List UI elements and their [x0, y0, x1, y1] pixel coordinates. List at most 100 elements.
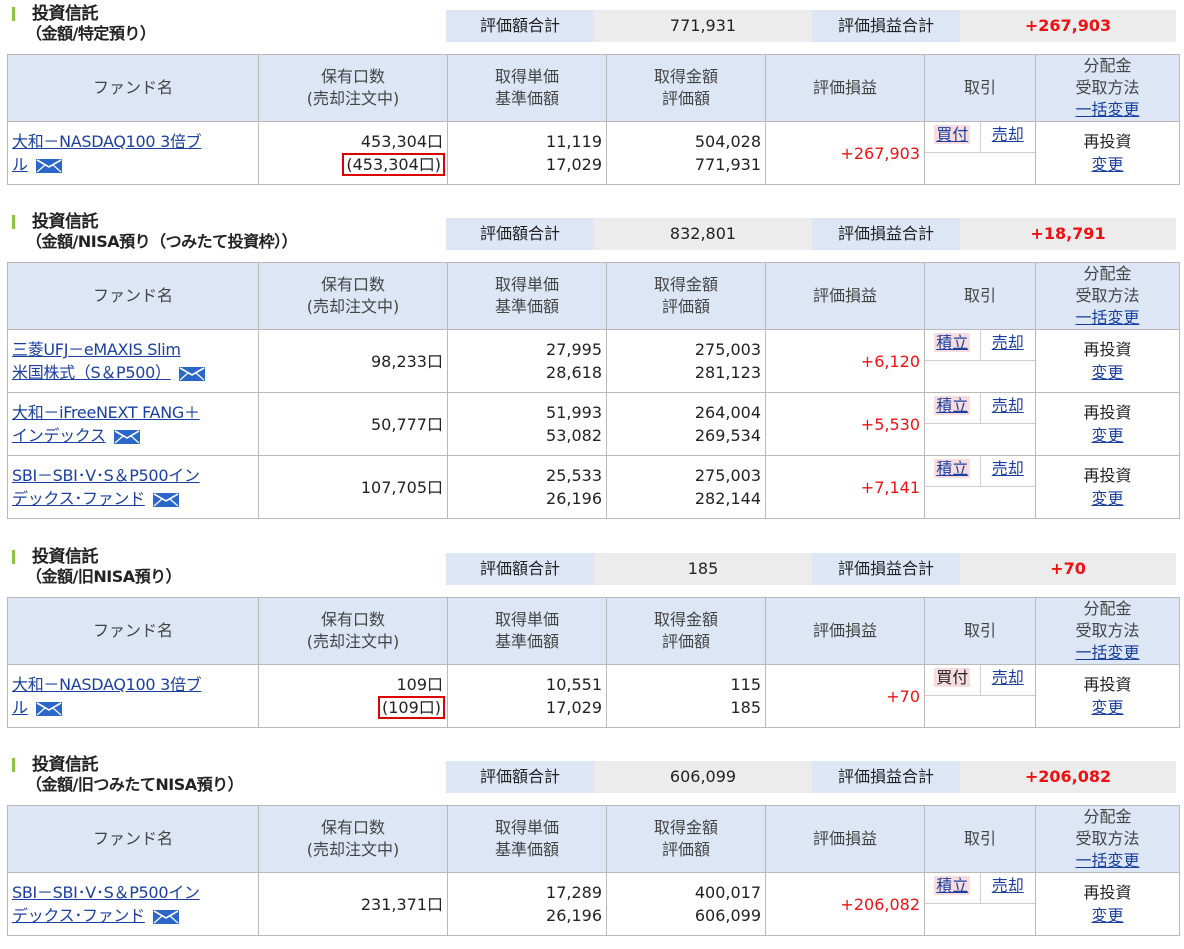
bulk-change-link[interactable]: 一括変更: [1075, 308, 1139, 327]
pl-cell: +7,141: [765, 455, 925, 519]
holding-section: 投資信託 （金額/旧つみたてNISA預り） 評価額合計 606,099 評価損益…: [0, 751, 1184, 936]
sell-button[interactable]: 売却: [992, 396, 1024, 415]
nav-price: 17,029: [546, 155, 602, 174]
sell-button[interactable]: 売却: [992, 333, 1024, 352]
total-pl-label: 評価損益合計: [812, 218, 960, 250]
section-summary: 評価額合計 185 評価損益合計 +70: [446, 553, 1176, 585]
pending-sell-units: (453,304口): [342, 153, 445, 176]
table-row: 大和－iFreeNEXT FANG＋ インデックス 50,777口 51,993 5…: [7, 392, 1180, 456]
mail-icon[interactable]: [152, 909, 179, 924]
total-value-label: 評価額合計: [446, 10, 594, 42]
buy-button[interactable]: 積立: [934, 876, 971, 895]
sell-button[interactable]: 売却: [992, 668, 1024, 687]
table-header-row: ファンド名 保有口数 (売却注文中) 取得単価 基準価額 取得金額 評価額 評価損益 …: [7, 54, 1180, 122]
col-dist-header: 分配金 受取方法 一括変更: [1035, 597, 1180, 665]
pl-cell: +267,903: [765, 121, 925, 185]
nav-price: 53,082: [546, 426, 602, 445]
section-title: 投資信託 （金額/旧NISA預り）: [12, 547, 182, 587]
nav-price: 17,029: [546, 698, 602, 717]
col-fund-header: ファンド名: [7, 597, 259, 665]
section-header: 投資信託 （金額/旧つみたてNISA預り） 評価額合計 606,099 評価損益…: [0, 751, 1184, 799]
section-title-main: 投資信託: [32, 212, 99, 232]
section-title-sub: （金額/旧つみたてNISA預り）: [26, 775, 244, 794]
trade-cell: 積立 売却: [924, 392, 1036, 456]
fund-name-cell: SBI－SBI･V･S＆P500イン デックス･ファンド: [7, 455, 259, 519]
section-title: 投資信託 （金額/NISA預り（つみたて投資枠））: [12, 212, 298, 252]
section-title-main: 投資信託: [32, 547, 99, 567]
col-dist-header: 分配金 受取方法 一括変更: [1035, 262, 1180, 330]
holdings-table: ファンド名 保有口数 (売却注文中) 取得単価 基準価額 取得金額 評価額 評価損益 …: [7, 54, 1180, 185]
section-title-sub: （金額/旧NISA預り）: [26, 567, 182, 586]
fund-name-cell: 三菱UFJ－eMAXIS Slim 米国株式（S＆P500）: [7, 329, 259, 393]
units-cell: 231,371口: [258, 872, 448, 936]
dist-change-link[interactable]: 変更: [1091, 489, 1123, 508]
bulk-change-link[interactable]: 一括変更: [1075, 100, 1139, 119]
nav-price: 28,618: [546, 363, 602, 382]
dist-method: 再投資: [1083, 340, 1132, 359]
section-summary: 評価額合計 832,801 評価損益合計 +18,791: [446, 218, 1176, 250]
pl-cell: +6,120: [765, 329, 925, 393]
section-title-sub: （金額/NISA預り（つみたて投資枠））: [26, 232, 298, 251]
col-fund-header: ファンド名: [7, 805, 259, 873]
total-value: 832,801: [594, 218, 812, 250]
bulk-change-link[interactable]: 一括変更: [1075, 851, 1139, 870]
units-cell: 50,777口: [258, 392, 448, 456]
table-header-row: ファンド名 保有口数 (売却注文中) 取得単価 基準価額 取得金額 評価額 評価損益 …: [7, 805, 1180, 873]
table-row: SBI－SBI･V･S＆P500イン デックス･ファンド 231,371口 17,…: [7, 872, 1180, 936]
table-row: 大和－NASDAQ100 3倍ブル 453,304口 (453,304口) 11,…: [7, 121, 1180, 185]
amount-cell: 504,028 771,931: [606, 121, 766, 185]
market-value: 282,144: [694, 489, 761, 508]
mail-icon[interactable]: [178, 366, 205, 381]
nav-price: 26,196: [546, 906, 602, 925]
cost-amount: 275,003: [694, 340, 761, 359]
buy-button[interactable]: 積立: [934, 396, 971, 415]
dist-cell: 再投資 変更: [1035, 872, 1180, 936]
cost-price: 10,551: [546, 675, 602, 694]
col-pl-header: 評価損益: [765, 597, 925, 665]
market-value: 771,931: [694, 155, 761, 174]
dist-change-link[interactable]: 変更: [1091, 155, 1123, 174]
buy-button[interactable]: 買付: [934, 125, 971, 144]
total-pl: +70: [960, 553, 1176, 585]
pending-sell-units: (109口): [377, 696, 446, 719]
fund-name-cell: SBI－SBI･V･S＆P500イン デックス･ファンド: [7, 872, 259, 936]
section-title: 投資信託 （金額/特定預り）: [12, 4, 156, 44]
col-dist-header: 分配金 受取方法 一括変更: [1035, 54, 1180, 122]
section-summary: 評価額合計 771,931 評価損益合計 +267,903: [446, 10, 1176, 42]
dist-change-link[interactable]: 変更: [1091, 363, 1123, 382]
buy-button[interactable]: 積立: [934, 459, 971, 478]
market-value: 185: [730, 698, 761, 717]
holding-section: 投資信託 （金額/特定預り） 評価額合計 771,931 評価損益合計 +267…: [0, 0, 1184, 185]
mail-icon[interactable]: [35, 701, 62, 716]
holdings-table: ファンド名 保有口数 (売却注文中) 取得単価 基準価額 取得金額 評価額 評価損益 …: [7, 262, 1180, 519]
col-pl-header: 評価損益: [765, 54, 925, 122]
col-trade-header: 取引: [924, 262, 1036, 330]
price-cell: 17,289 26,196: [447, 872, 607, 936]
mail-icon[interactable]: [35, 158, 62, 173]
dist-change-link[interactable]: 変更: [1091, 906, 1123, 925]
section-header: 投資信託 （金額/NISA預り（つみたて投資枠）） 評価額合計 832,801 …: [0, 208, 1184, 256]
sell-button[interactable]: 売却: [992, 125, 1024, 144]
dist-cell: 再投資 変更: [1035, 664, 1180, 728]
sell-button[interactable]: 売却: [992, 876, 1024, 895]
fund-name-link[interactable]: 三菱UFJ－eMAXIS Slim 米国株式（S＆P500）: [12, 340, 181, 382]
table-header-row: ファンド名 保有口数 (売却注文中) 取得単価 基準価額 取得金額 評価額 評価損益 …: [7, 597, 1180, 665]
dist-change-link[interactable]: 変更: [1091, 698, 1123, 717]
amount-cell: 115 185: [606, 664, 766, 728]
total-value-label: 評価額合計: [446, 218, 594, 250]
bulk-change-link[interactable]: 一括変更: [1075, 643, 1139, 662]
mail-icon[interactable]: [152, 492, 179, 507]
total-pl-label: 評価損益合計: [812, 761, 960, 793]
price-cell: 25,533 26,196: [447, 455, 607, 519]
buy-button[interactable]: 積立: [934, 333, 971, 352]
market-value: 606,099: [694, 906, 761, 925]
dist-cell: 再投資 変更: [1035, 121, 1180, 185]
holdings-table: ファンド名 保有口数 (売却注文中) 取得単価 基準価額 取得金額 評価額 評価損益 …: [7, 597, 1180, 728]
held-units: 231,371口: [360, 894, 443, 914]
units-cell: 109口 (109口): [258, 664, 448, 728]
dist-change-link[interactable]: 変更: [1091, 426, 1123, 445]
sell-button[interactable]: 売却: [992, 459, 1024, 478]
dist-cell: 再投資 変更: [1035, 329, 1180, 393]
fund-name-link[interactable]: 大和－iFreeNEXT FANG＋ インデックス: [12, 403, 200, 445]
mail-icon[interactable]: [113, 429, 140, 444]
